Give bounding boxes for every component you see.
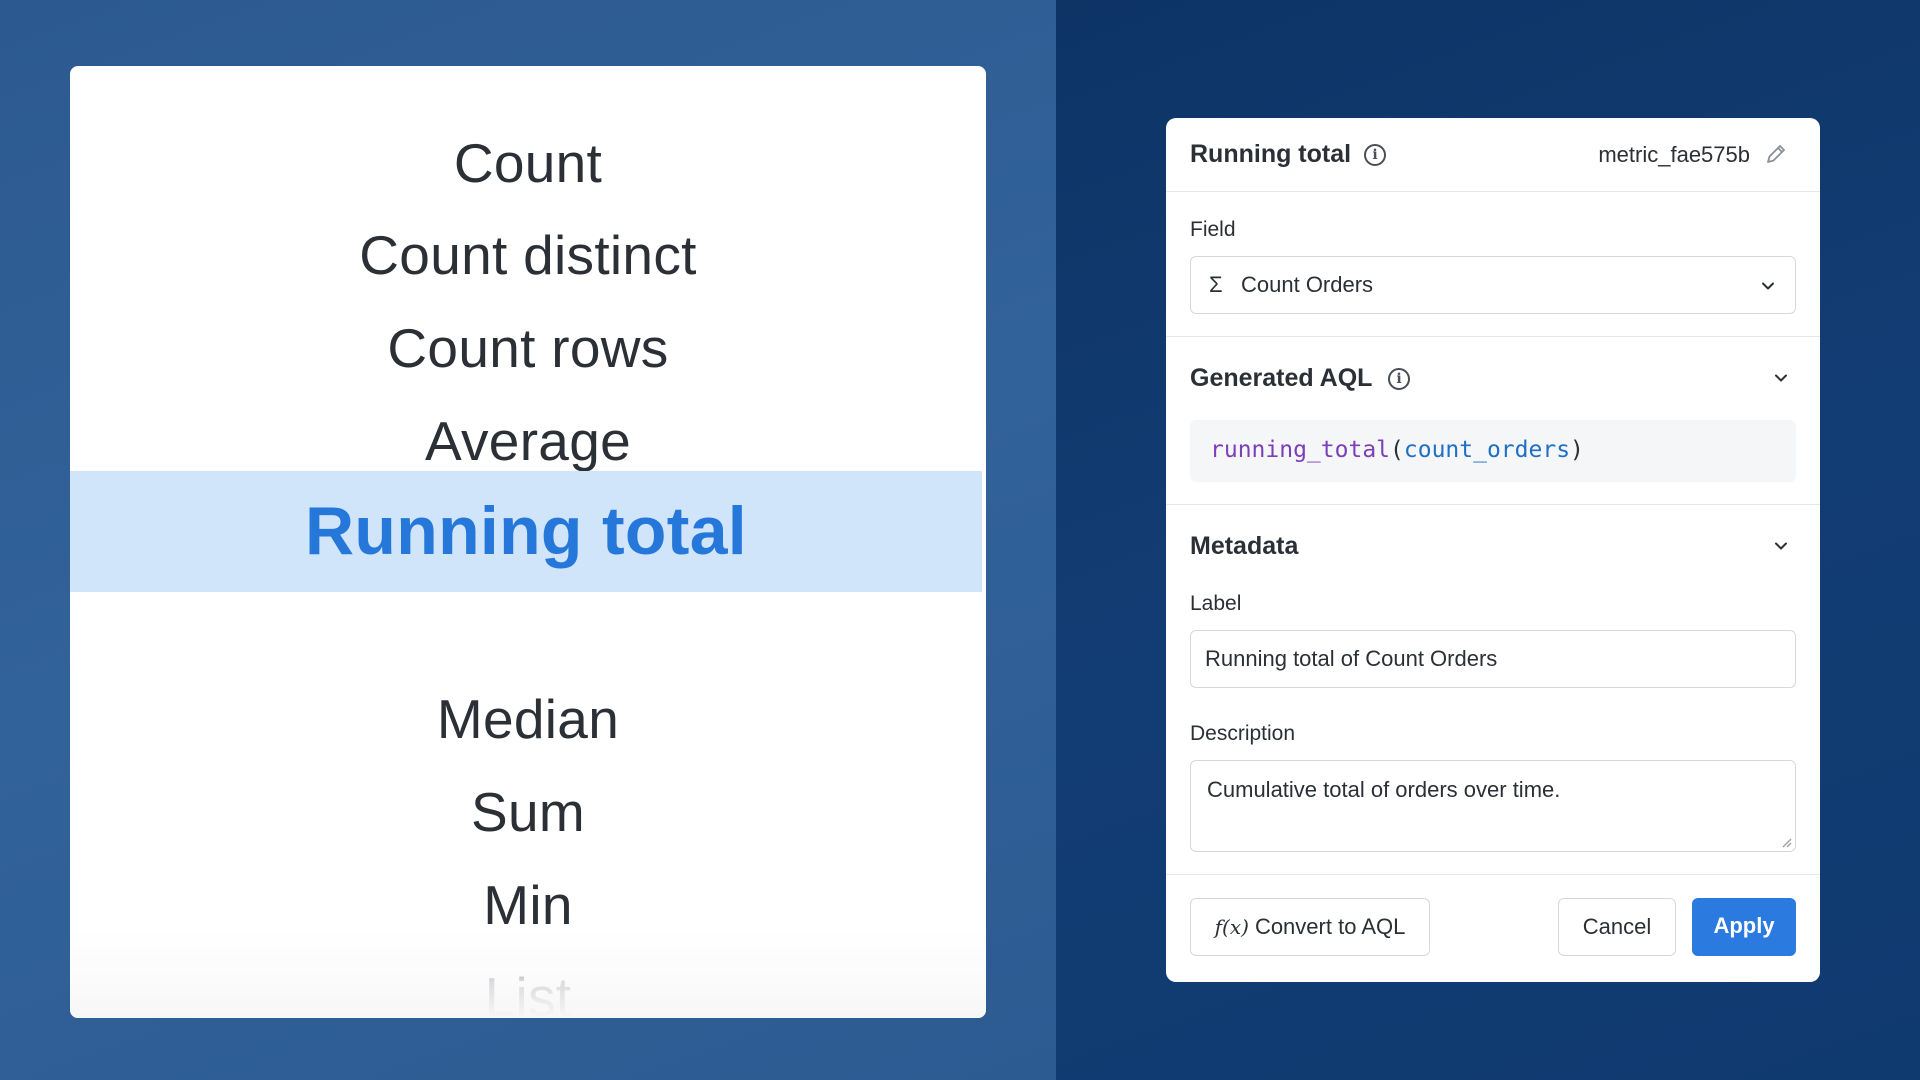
aql-code-block: running_total(count_orders) [1190, 420, 1796, 482]
card-header: Running total i metric_fae575b [1166, 118, 1820, 192]
apply-button[interactable]: Apply [1692, 898, 1796, 956]
chevron-down-icon [1762, 282, 1774, 290]
label-caption: Label [1190, 592, 1242, 615]
metadata-title[interactable]: Metadata [1190, 532, 1298, 561]
description-text: Cumulative total of orders over time. [1207, 777, 1561, 802]
picker-item-median[interactable]: Median [70, 684, 986, 754]
pencil-icon[interactable] [1764, 142, 1788, 166]
generated-aql-title[interactable]: Generated AQL [1190, 364, 1372, 393]
description-textarea[interactable]: Cumulative total of orders over time. [1190, 760, 1796, 852]
metric-editor-card: Running total i metric_fae575b Field Σ C… [1166, 118, 1820, 982]
metric-id: metric_fae575b [1598, 142, 1750, 167]
generated-aql-chevron-icon[interactable] [1772, 369, 1790, 387]
field-select[interactable]: Σ Count Orders [1190, 256, 1796, 314]
label-input[interactable]: Running total of Count Orders [1190, 630, 1796, 688]
code-function: running_total [1210, 437, 1391, 463]
divider [1166, 504, 1820, 505]
picker-item-min[interactable]: Min [70, 870, 986, 940]
picker-item-sum[interactable]: Sum [70, 777, 986, 847]
convert-to-aql-button[interactable]: f(x) Convert to AQL [1190, 898, 1430, 956]
resize-grip-icon[interactable] [1780, 836, 1792, 848]
divider [1166, 874, 1820, 875]
code-argument: count_orders [1403, 437, 1571, 463]
cancel-button[interactable]: Cancel [1558, 898, 1676, 956]
sigma-icon: Σ [1209, 272, 1223, 297]
picker-item-count[interactable]: Count [70, 128, 986, 198]
field-select-value: Count Orders [1241, 272, 1374, 297]
code-paren-open: ( [1390, 437, 1404, 463]
metadata-chevron-icon[interactable] [1772, 537, 1790, 555]
picker-item-count-distinct[interactable]: Count distinct [70, 220, 986, 290]
aggregation-picker[interactable]: Count Count distinct Count rows Average … [70, 66, 986, 1018]
card-title: Running total [1190, 140, 1352, 168]
picker-item-list[interactable]: List [70, 962, 986, 1018]
convert-to-aql-label: Convert to AQL [1254, 914, 1406, 939]
picker-item-average[interactable]: Average [70, 406, 986, 476]
info-icon[interactable]: i [1364, 144, 1386, 166]
picker-item-running-total[interactable]: Running total [70, 471, 982, 592]
divider [1166, 336, 1820, 337]
picker-item-count-rows[interactable]: Count rows [70, 313, 986, 383]
field-label: Field [1190, 218, 1236, 241]
description-caption: Description [1190, 722, 1296, 745]
function-icon: f(x) [1214, 915, 1249, 939]
aql-info-icon[interactable]: i [1388, 368, 1410, 390]
code-paren-close: ) [1570, 437, 1584, 463]
